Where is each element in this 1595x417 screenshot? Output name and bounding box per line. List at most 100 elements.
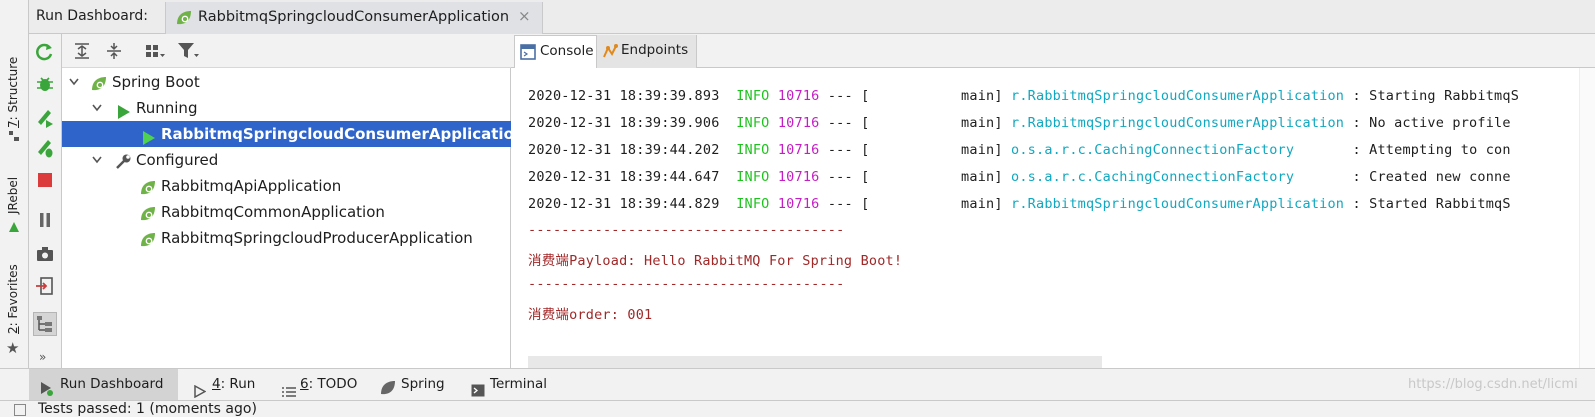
tree-node-running[interactable]: Running: [62, 95, 511, 121]
todo-tool-button[interactable]: 6: TODO: [280, 369, 360, 400]
spring-tool-button[interactable]: Spring: [380, 369, 455, 400]
tree-node-label: RabbitmqApiApplication: [161, 177, 342, 195]
collapse-all-icon[interactable]: [104, 41, 124, 65]
status-bar: Tests passed: 1 (moments ago): [0, 400, 1595, 417]
tree-node-configured[interactable]: Configured: [62, 147, 511, 173]
log-pid: 10716: [777, 88, 820, 104]
tab-endpoints-label: Endpoints: [621, 42, 689, 58]
log-timestamp: 2020-12-31 18:39:39.893: [528, 88, 720, 104]
tree-node-app[interactable]: RabbitmqSpringcloudProducerApplication: [62, 225, 511, 251]
log-timestamp: 2020-12-31 18:39:44.202: [528, 142, 720, 158]
log-level: INFO: [736, 169, 770, 185]
stdout-order-line: 消费端order: 001: [528, 307, 653, 323]
structure-label: : Structure: [6, 56, 20, 121]
log-level: INFO: [736, 196, 770, 212]
run-dashboard-label: Run Dashboard: [60, 376, 164, 392]
tool-window-header: Run Dashboard: RabbitmqSpringcloudConsum…: [29, 0, 1595, 34]
tree-node-label: Running: [136, 99, 198, 117]
favorites-label: : Favorites: [6, 264, 20, 327]
todo-label: : TODO: [308, 376, 358, 392]
tree-node-spring-boot[interactable]: Spring Boot: [62, 69, 511, 95]
left-tool-strip: 7: Structure JRebel 2: Favorites ★: [0, 0, 29, 368]
todo-mnemonic: 6: [300, 376, 309, 392]
tree-node-label: RabbitmqSpringcloudProducerApplication: [161, 229, 473, 247]
stdout-divider: --------------------------------------: [528, 276, 845, 292]
run-dashboard-tree: Spring Boot Running RabbitmqSpringcloudC…: [62, 68, 525, 368]
tree-node-app[interactable]: RabbitmqCommonApplication: [62, 199, 511, 225]
log-message: : Started RabbitmqS: [1352, 196, 1511, 212]
log-line: 2020-12-31 18:39:39.906 INFO 10716 --- […: [528, 115, 1511, 131]
status-toggle-icon[interactable]: [14, 404, 26, 416]
log-thread: main]: [869, 142, 1003, 158]
tree-layout-icon[interactable]: [33, 312, 57, 336]
tree-toolbar: [62, 34, 511, 68]
group-by-icon[interactable]: [144, 42, 166, 66]
tree-node-label: RabbitmqCommonApplication: [161, 203, 385, 221]
structure-tool-button[interactable]: 7: Structure: [6, 57, 20, 128]
spring-boot-icon: [140, 230, 156, 256]
log-message: : Created new conne: [1352, 169, 1511, 185]
log-logger: o.s.a.r.c.CachingConnectionFactory: [1011, 169, 1295, 185]
log-pid: 10716: [777, 196, 820, 212]
log-timestamp: 2020-12-31 18:39:44.647: [528, 169, 720, 185]
log-pid: 10716: [777, 115, 820, 131]
star-icon: ★: [6, 339, 20, 357]
log-line: 2020-12-31 18:39:44.647 INFO 10716 --- […: [528, 169, 1511, 185]
horizontal-scrollbar[interactable]: [528, 356, 1102, 368]
run-label: : Run: [220, 376, 256, 392]
tree-node-app[interactable]: RabbitmqApiApplication: [62, 173, 511, 199]
tree-node-label: Spring Boot: [112, 73, 200, 91]
run-dashboard-tool-button[interactable]: Run Dashboard: [29, 369, 178, 400]
spring-boot-icon: [176, 10, 192, 26]
tab-console[interactable]: Console: [514, 35, 597, 68]
favorites-tool-button[interactable]: 2: Favorites: [6, 264, 20, 334]
log-separator: --- [: [827, 115, 870, 131]
sign-in-icon[interactable]: [33, 274, 57, 298]
close-tab-icon[interactable]: ×: [518, 7, 531, 25]
rerun-icon[interactable]: [33, 40, 57, 64]
console-output[interactable]: 2020-12-31 18:39:39.893 INFO 10716 --- […: [511, 68, 1595, 368]
endpoints-icon: [602, 43, 618, 63]
log-thread: main]: [869, 88, 1003, 104]
run-icon[interactable]: [33, 106, 57, 130]
log-message: : No active profile: [1352, 115, 1511, 131]
log-separator: --- [: [827, 169, 870, 185]
filter-icon[interactable]: [176, 41, 200, 65]
vertical-scrollbar[interactable]: [1579, 68, 1595, 368]
log-logger: r.RabbitmqSpringcloudConsumerApplication: [1011, 115, 1345, 131]
expand-all-icon[interactable]: [72, 41, 92, 65]
log-pid: 10716: [777, 169, 820, 185]
camera-icon[interactable]: [33, 242, 57, 266]
favorites-mnemonic: 2: [6, 326, 20, 334]
run-tool-button[interactable]: 4: Run: [192, 369, 262, 400]
watermark: https://blog.csdn.net/licmi: [1408, 377, 1578, 392]
structure-mnemonic: 7: [6, 120, 20, 128]
bottom-tool-bar: Run Dashboard 4: Run 6: TODO Spring Term…: [0, 368, 1595, 400]
tree-node-running-app[interactable]: RabbitmqSpringcloudConsumerApplication: [62, 121, 525, 147]
log-message: : Attempting to con: [1352, 142, 1511, 158]
log-separator: --- [: [827, 196, 870, 212]
log-thread: main]: [869, 169, 1003, 185]
jrebel-tool-button[interactable]: JRebel: [6, 177, 20, 214]
terminal-tool-button[interactable]: Terminal: [469, 369, 559, 400]
stop-icon[interactable]: [33, 168, 57, 192]
console-tab-bar: Console Endpoints: [511, 34, 1595, 68]
log-logger: r.RabbitmqSpringcloudConsumerApplication: [1011, 88, 1345, 104]
more-actions-icon[interactable]: »: [39, 350, 46, 364]
log-level: INFO: [736, 142, 770, 158]
tab-endpoints[interactable]: Endpoints: [597, 35, 697, 68]
log-logger: r.RabbitmqSpringcloudConsumerApplication: [1011, 196, 1345, 212]
log-line: 2020-12-31 18:39:44.202 INFO 10716 --- […: [528, 142, 1511, 158]
log-thread: main]: [869, 196, 1003, 212]
pause-icon[interactable]: [33, 208, 57, 232]
log-line: 2020-12-31 18:39:44.829 INFO 10716 --- […: [528, 196, 1511, 212]
debug-icon[interactable]: [33, 136, 57, 160]
structure-icon: [9, 131, 19, 143]
tab-console-label: Console: [540, 43, 594, 59]
log-level: INFO: [736, 115, 770, 131]
debug-rerun-icon[interactable]: [33, 72, 57, 96]
log-thread: main]: [869, 115, 1003, 131]
stdout-divider: --------------------------------------: [528, 222, 845, 238]
tree-node-label: Configured: [136, 151, 219, 169]
run-config-tab[interactable]: RabbitmqSpringcloudConsumerApplication ×: [165, 2, 543, 34]
